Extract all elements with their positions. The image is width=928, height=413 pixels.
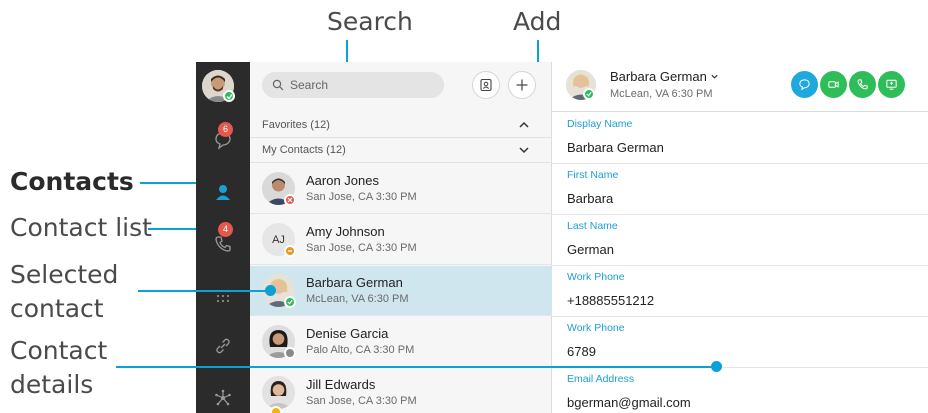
add-contact-button[interactable] <box>508 71 536 99</box>
dialpad-nav-item[interactable] <box>196 270 250 322</box>
selected-contact-callout-label-2: contact <box>10 294 104 323</box>
contact-row[interactable]: Aaron Jones San Jose, CA 3:30 PM <box>250 164 552 214</box>
busy-status-icon <box>284 194 296 206</box>
selected-contact-callout-line <box>138 290 270 292</box>
selected-contact-callout-dot <box>265 285 276 296</box>
contact-list-callout-label: Contact list <box>10 213 152 242</box>
search-input[interactable]: Search <box>262 72 444 98</box>
display-name-field: Display Name Barbara German <box>552 113 928 164</box>
contact-avatar <box>262 376 295 409</box>
directory-button[interactable] <box>472 71 500 99</box>
contact-location: San Jose, CA 3:30 PM <box>306 395 417 407</box>
contact-details-callout-label-1: Contact <box>10 336 108 365</box>
search-callout-label: Search <box>327 7 413 36</box>
video-call-button[interactable] <box>820 71 847 98</box>
offline-status-icon <box>284 347 296 359</box>
contact-location: San Jose, CA 3:30 PM <box>306 191 417 203</box>
field-label: Work Phone <box>567 322 625 334</box>
phone-icon <box>215 236 231 252</box>
audio-call-button[interactable] <box>849 71 876 98</box>
field-value: Barbara <box>567 191 614 206</box>
video-camera-icon <box>828 81 839 88</box>
hub-nav-item[interactable] <box>196 372 250 413</box>
contacts-nav-item[interactable] <box>196 166 250 218</box>
contact-list-pane: Search Favorites (12) My Contacts (12) A… <box>250 62 552 413</box>
plus-icon <box>516 79 528 91</box>
contact-name: Aaron Jones <box>306 173 379 188</box>
work-phone-field: Work Phone +18885551212 <box>552 266 928 317</box>
selected-contact-callout-label-1: Selected <box>10 260 119 289</box>
link-icon <box>216 338 230 354</box>
first-name-field: First Name Barbara <box>552 164 928 215</box>
chevron-down-icon <box>711 74 719 79</box>
field-label: Display Name <box>567 118 633 130</box>
my-contacts-label: My Contacts (12) <box>262 144 346 156</box>
field-value[interactable]: bgerman@gmail.com <box>567 395 691 410</box>
contact-row[interactable]: AJ Amy Johnson San Jose, CA 3:30 PM <box>250 215 552 265</box>
contacts-person-icon <box>216 185 230 200</box>
nav-rail: 6 4 <box>196 62 250 413</box>
field-value: Barbara German <box>567 140 664 155</box>
detail-name: Barbara German <box>610 69 707 84</box>
contact-detail-pane: Barbara German McLean, VA 6:30 PM Displa… <box>552 62 928 413</box>
field-label: First Name <box>567 169 619 181</box>
away-status-icon <box>270 406 282 413</box>
detail-location: McLean, VA 6:30 PM <box>610 88 713 100</box>
favorites-label: Favorites (12) <box>262 119 330 131</box>
search-icon <box>272 79 284 91</box>
contact-name: Barbara German <box>306 275 403 290</box>
detail-available-status-icon <box>583 88 595 100</box>
contact-row[interactable]: Denise Garcia Palo Alto, CA 3:30 PM <box>250 317 552 367</box>
chat-button[interactable] <box>791 71 818 98</box>
share-screen-button[interactable] <box>878 71 905 98</box>
favorites-section-header[interactable]: Favorites (12) <box>250 113 552 138</box>
jabber-app-window: 6 4 Search Favorites (12) My Contacts (1… <box>196 62 928 413</box>
field-value: German <box>567 242 614 257</box>
add-callout-label: Add <box>513 7 562 36</box>
contacts-callout-line <box>140 182 204 184</box>
email-address-field: Email Address bgerman@gmail.com <box>552 368 928 413</box>
contacts-callout-label: Contacts <box>10 167 134 196</box>
field-label: Email Address <box>567 373 635 385</box>
links-nav-item[interactable] <box>196 320 250 372</box>
self-presence-icon <box>223 90 235 102</box>
field-label: Last Name <box>567 220 618 232</box>
contact-details-callout-label-2: details <box>10 370 94 399</box>
field-value[interactable]: 6789 <box>567 344 596 359</box>
search-placeholder: Search <box>290 78 329 92</box>
contact-row-selected[interactable]: Barbara German McLean, VA 6:30 PM <box>250 266 552 316</box>
messages-badge: 6 <box>218 122 233 137</box>
contact-details-callout-line <box>116 366 720 368</box>
field-label: Work Phone <box>567 271 625 283</box>
last-name-field: Last Name German <box>552 215 928 266</box>
phone-icon <box>857 79 868 90</box>
list-toolbar: Search <box>250 62 552 112</box>
detail-name-dropdown[interactable]: Barbara German <box>610 69 719 84</box>
work-phone-field: Work Phone 6789 <box>552 317 928 368</box>
contact-details-callout-dot <box>711 361 722 372</box>
dnd-status-icon <box>284 245 296 257</box>
contact-location: San Jose, CA 3:30 PM <box>306 242 417 254</box>
available-status-icon <box>284 296 296 308</box>
network-hub-icon <box>215 389 231 406</box>
chevron-down-icon[interactable] <box>518 144 530 156</box>
my-contacts-section-header[interactable]: My Contacts (12) <box>250 138 552 163</box>
contact-name: Amy Johnson <box>306 224 385 239</box>
detail-header: Barbara German McLean, VA 6:30 PM <box>552 62 928 112</box>
contact-row[interactable]: Jill Edwards San Jose, CA 3:30 PM <box>250 368 552 413</box>
contact-location: Palo Alto, CA 3:30 PM <box>306 344 415 356</box>
share-screen-icon <box>886 79 897 90</box>
contact-name: Jill Edwards <box>306 377 376 392</box>
chat-icon <box>799 79 810 91</box>
contact-name: Denise Garcia <box>306 326 389 341</box>
field-value[interactable]: +18885551212 <box>567 293 654 308</box>
contact-location: McLean, VA 6:30 PM <box>306 293 409 305</box>
chevron-up-icon[interactable] <box>518 119 530 131</box>
calls-badge: 4 <box>218 222 233 237</box>
directory-icon <box>480 78 492 92</box>
